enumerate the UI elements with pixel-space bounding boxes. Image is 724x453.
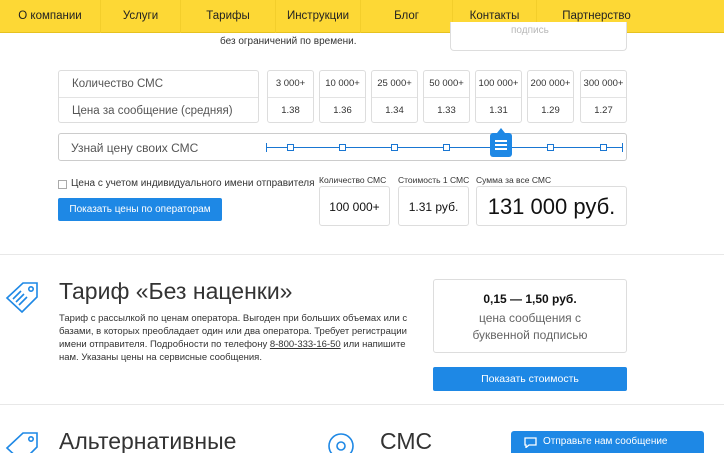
tariff-title: Тариф «Без наценки» — [59, 278, 293, 304]
result-unit-price-value: 1.31 руб. — [398, 186, 469, 226]
price-column: 50 000+ 1.33 — [423, 70, 470, 123]
tier-quantity: 300 000+ — [583, 78, 624, 89]
slider-handle[interactable] — [490, 128, 512, 157]
chat-widget-label: Отправьте нам сообщение — [543, 436, 668, 447]
price-table-labels: Количество СМС Цена за сообщение (средня… — [58, 70, 259, 123]
alternative-tariff-title: Альтернативные — [59, 428, 237, 453]
tariff-price-note-line: цена сообщения с — [479, 311, 581, 325]
price-tag-icon — [5, 432, 38, 453]
tariff-description: Тариф с рассылкой по ценам оператора. Вы… — [59, 312, 414, 364]
slider-stop[interactable] — [287, 144, 294, 151]
sms-tariff-title: СМС — [380, 428, 433, 453]
phone-link[interactable]: 8-800-333-16-50 — [270, 339, 341, 350]
slider-stop[interactable] — [339, 144, 346, 151]
slider-stop[interactable] — [443, 144, 450, 151]
result-quantity-label: Количество СМС — [319, 175, 387, 185]
price-tag-icon — [5, 282, 38, 314]
chat-icon — [524, 437, 537, 448]
price-column: 100 000+ 1.31 — [475, 70, 522, 123]
disc-icon — [328, 433, 354, 453]
tier-price: 1.34 — [372, 97, 417, 123]
slider-stop[interactable] — [391, 144, 398, 151]
tier-price: 1.38 — [268, 97, 313, 123]
previous-section-text: без ограничений по времени. — [220, 36, 357, 47]
tier-price: 1.27 — [581, 97, 626, 123]
chat-widget-button[interactable]: Отправьте нам сообщение — [511, 431, 704, 453]
tariff-price-range: 0,15 — 1,50 руб. — [483, 292, 577, 306]
tariff-price-note-line: буквенной подписью — [472, 328, 588, 342]
tier-price: 1.29 — [528, 97, 573, 123]
section-divider — [0, 254, 724, 255]
nav-item-services[interactable]: Услуги — [100, 0, 180, 33]
sms-quantity-label: Количество СМС — [72, 78, 164, 90]
slider-track-end — [622, 143, 623, 152]
tier-price: 1.36 — [320, 97, 365, 123]
tariff-price-note: цена сообщения с буквенной подписью — [434, 310, 626, 344]
tier-quantity: 50 000+ — [429, 78, 464, 89]
nav-item-instructions[interactable]: Инструкции — [275, 0, 360, 33]
tariff-price-card: 0,15 — 1,50 руб. цена сообщения с буквен… — [433, 279, 627, 353]
section-divider — [0, 404, 724, 405]
result-total-value: 131 000 руб. — [476, 186, 627, 226]
show-operator-prices-button[interactable]: Показать цены по операторам — [58, 198, 222, 221]
tier-quantity: 3 000+ — [275, 78, 306, 89]
tier-price: 1.33 — [424, 97, 469, 123]
result-quantity-value: 100 000+ — [319, 186, 390, 226]
price-column: 25 000+ 1.34 — [371, 70, 418, 123]
slider-track-start — [266, 143, 267, 152]
slider-label: Узнай цену своих СМС — [71, 141, 199, 155]
tier-quantity: 200 000+ — [530, 78, 571, 89]
message-price-label: Цена за сообщение (средняя) — [59, 97, 258, 123]
previous-card-text: подпись — [511, 25, 549, 36]
individual-sender-label[interactable]: Цена с учетом индивидуального имени отпр… — [71, 178, 315, 189]
price-column: 10 000+ 1.36 — [319, 70, 366, 123]
tier-quantity: 10 000+ — [325, 78, 360, 89]
slider-stop[interactable] — [547, 144, 554, 151]
tier-price: 1.31 — [476, 97, 521, 123]
nav-item-tariffs[interactable]: Тарифы — [180, 0, 275, 33]
result-unit-price-label: Стоимость 1 СМС — [398, 175, 470, 185]
result-total-label: Сумма за все СМС — [476, 175, 552, 185]
nav-item-blog[interactable]: Блог — [360, 0, 452, 33]
price-column: 200 000+ 1.29 — [527, 70, 574, 123]
individual-sender-checkbox[interactable] — [58, 180, 67, 189]
price-column: 300 000+ 1.27 — [580, 70, 627, 123]
price-column: 3 000+ 1.38 — [267, 70, 314, 123]
tier-quantity: 25 000+ — [377, 78, 412, 89]
nav-item-about[interactable]: О компании — [0, 0, 100, 33]
tier-quantity: 100 000+ — [478, 78, 519, 89]
show-cost-button[interactable]: Показать стоимость — [433, 367, 627, 391]
slider-stop[interactable] — [600, 144, 607, 151]
previous-price-card: подпись — [450, 22, 627, 51]
